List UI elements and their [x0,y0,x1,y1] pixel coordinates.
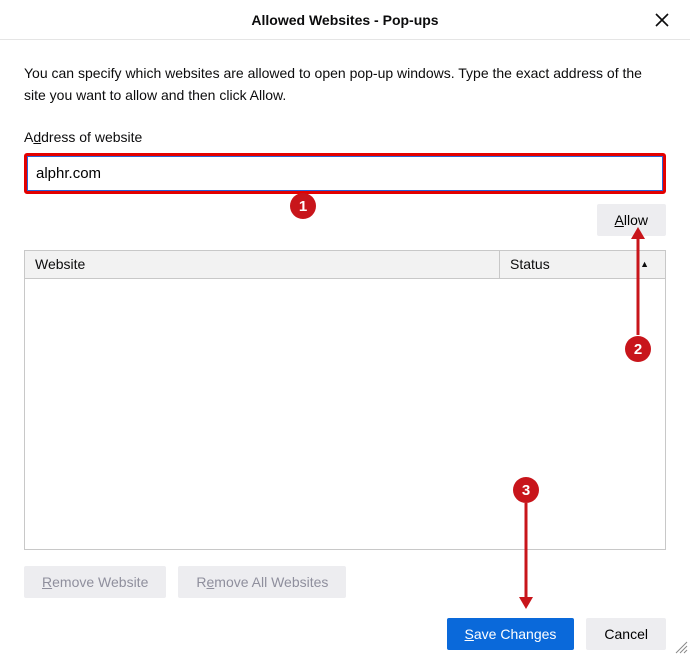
annotation-badge-2: 2 [625,336,651,362]
annotation-arrow-2 [628,227,648,337]
annotation-badge-1: 1 [290,193,316,219]
cancel-button[interactable]: Cancel [586,618,666,650]
remove-website-button: Remove Website [24,566,166,598]
save-changes-button[interactable]: Save Changes [447,618,575,650]
websites-table[interactable]: Website Status ▲ [24,250,666,550]
resize-grip-icon[interactable] [672,638,688,654]
annotation-badge-3: 3 [513,477,539,503]
close-icon[interactable] [652,10,672,30]
address-label: Address of website [24,129,666,145]
remove-all-websites-button: Remove All Websites [178,566,346,598]
annotation-arrow-3 [516,503,536,609]
address-input[interactable] [27,156,663,191]
intro-text: You can specify which websites are allow… [24,62,666,107]
address-input-highlight [24,153,666,194]
dialog-title: Allowed Websites - Pop-ups [251,12,438,28]
column-header-website[interactable]: Website [25,251,499,277]
dialog-titlebar: Allowed Websites - Pop-ups [0,0,690,40]
